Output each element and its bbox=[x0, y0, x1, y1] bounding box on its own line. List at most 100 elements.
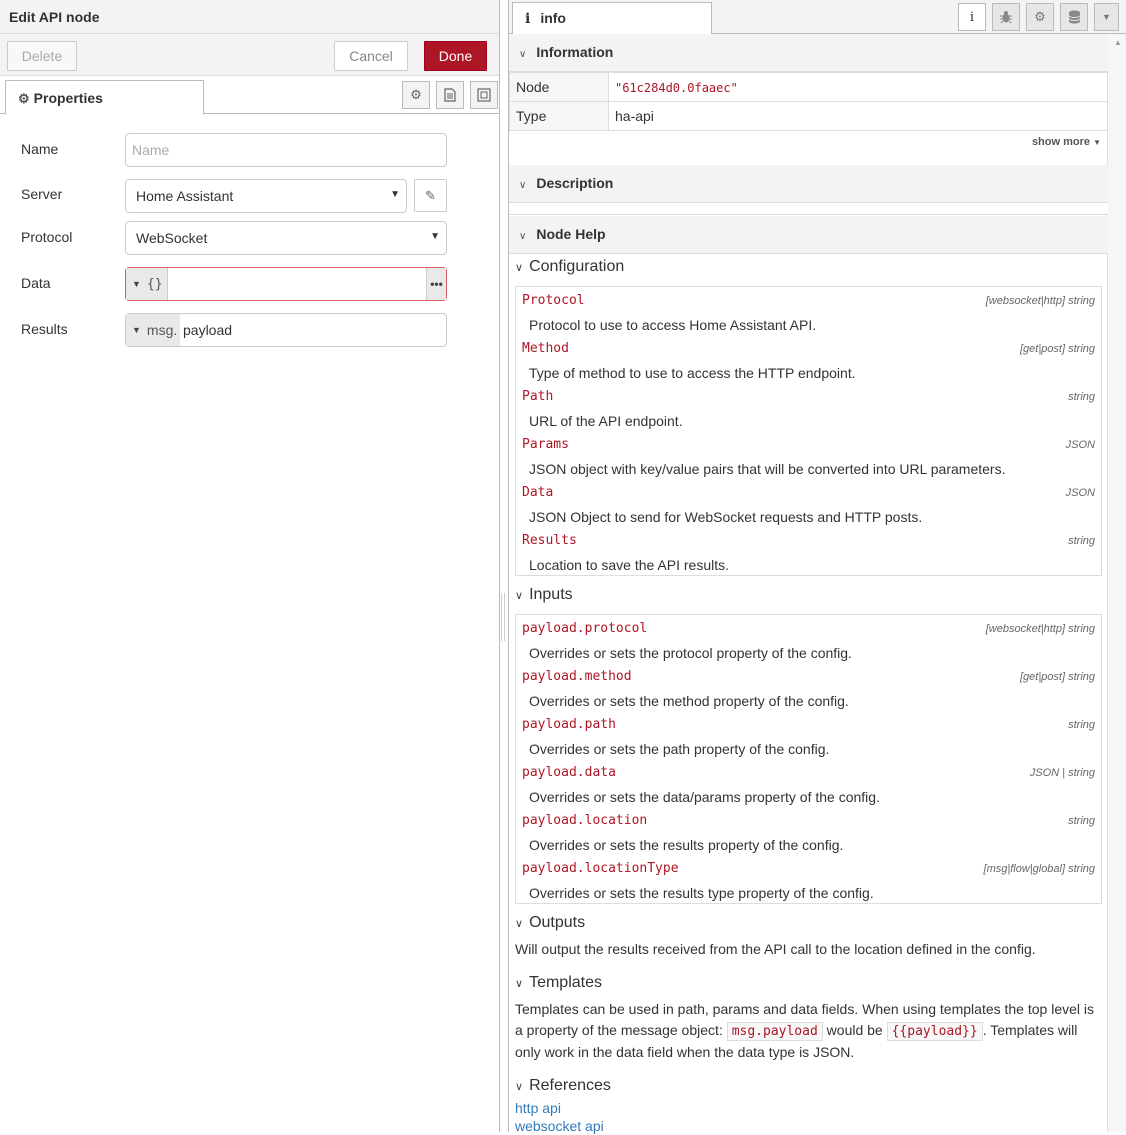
property-item: payload.data JSON | string Overrides or se… bbox=[522, 759, 1095, 807]
server-select-value: Home Assistant bbox=[136, 188, 234, 204]
code-payload-template: {{payload}} bbox=[886, 1022, 983, 1041]
data-typed-input[interactable]: ▼ {} ••• bbox=[125, 267, 447, 301]
property-desc: Overrides or sets the path property of t… bbox=[529, 741, 830, 757]
results-value: payload bbox=[183, 322, 233, 338]
configuration-title: Configuration bbox=[529, 258, 625, 275]
protocol-select[interactable]: WebSocket ▼ bbox=[125, 221, 447, 255]
property-name: payload.location bbox=[522, 813, 648, 828]
scroll-up-icon[interactable]: ▲ bbox=[1114, 38, 1122, 47]
property-item: payload.protocol [websocket|http] string O… bbox=[522, 615, 1095, 663]
expand-editor-ellipsis-icon[interactable]: ••• bbox=[426, 268, 446, 300]
property-item: Protocol [websocket|http] string Protocol … bbox=[522, 287, 1095, 335]
name-placeholder: Name bbox=[132, 142, 170, 158]
chevron-down-icon: ∨ bbox=[515, 918, 524, 930]
http-api-link[interactable]: http api bbox=[515, 1099, 1102, 1117]
edit-server-pencil-icon[interactable]: ✎ bbox=[414, 179, 447, 212]
table-row: Type ha-api bbox=[509, 101, 1108, 131]
property-item: Data JSON JSON Object to send for WebSocke… bbox=[522, 479, 1095, 527]
property-name: Method bbox=[522, 341, 569, 356]
templates-text-2: would be bbox=[826, 1022, 883, 1038]
server-select[interactable]: Home Assistant ▼ bbox=[125, 179, 407, 213]
description-heading: Description bbox=[536, 175, 614, 191]
information-section-header[interactable]: ∨ Information bbox=[509, 34, 1108, 72]
show-more-link[interactable]: show more ▼ bbox=[1032, 136, 1101, 148]
property-name: Path bbox=[522, 389, 554, 404]
templates-title: Templates bbox=[529, 974, 602, 991]
results-label: Results bbox=[21, 321, 68, 337]
property-type: [get|post] string bbox=[1019, 671, 1095, 683]
chevron-down-icon: ∨ bbox=[519, 180, 527, 191]
property-name: Protocol bbox=[522, 293, 585, 308]
tab-properties-label: Properties bbox=[33, 90, 103, 106]
results-type-selector[interactable]: ▼ msg. bbox=[126, 314, 180, 346]
property-name: payload.protocol bbox=[522, 621, 648, 636]
node-help-section-header[interactable]: ∨ Node Help bbox=[509, 216, 1108, 254]
node-settings-gear-icon[interactable]: ⚙ bbox=[402, 81, 430, 109]
references-heading[interactable]: ∨ References bbox=[515, 1073, 1102, 1099]
data-label: Data bbox=[21, 275, 51, 291]
property-desc: Overrides or sets the results type prope… bbox=[529, 885, 874, 901]
websocket-api-link[interactable]: websocket api bbox=[515, 1117, 1102, 1135]
table-row: Node "61c284d0.0faaec" bbox=[509, 72, 1108, 102]
property-name: payload.data bbox=[522, 765, 616, 780]
property-item: Params JSON JSON object with key/value pai… bbox=[522, 431, 1095, 479]
show-more-label: show more bbox=[1031, 136, 1091, 148]
node-help-body: ∨ Configuration Protocol [websocket|http] … bbox=[515, 254, 1102, 1135]
property-desc: Type of method to use to access the HTTP… bbox=[529, 365, 856, 381]
chevron-down-icon: ∨ bbox=[519, 231, 527, 242]
sidebar-scrollbar[interactable]: ▲ bbox=[1107, 34, 1126, 1132]
templates-heading[interactable]: ∨ Templates bbox=[515, 970, 1102, 996]
inputs-properties: payload.protocol [websocket|http] string O… bbox=[515, 614, 1102, 904]
property-desc: Protocol to use to access Home Assistant… bbox=[529, 317, 817, 333]
panel-resize-handle[interactable] bbox=[501, 593, 505, 641]
config-gear-icon[interactable]: ⚙ bbox=[1026, 3, 1054, 31]
property-type: string bbox=[1068, 391, 1095, 403]
chevron-down-icon: ∨ bbox=[515, 590, 524, 602]
delete-button[interactable]: Delete bbox=[7, 41, 77, 71]
sidebar-menu-chevron-down-icon[interactable]: ▼ bbox=[1094, 3, 1119, 31]
property-desc: Overrides or sets the method property of… bbox=[529, 693, 849, 709]
sidebar-tabbar: i info i ⚙ ▼ bbox=[509, 0, 1126, 35]
information-heading: Information bbox=[536, 44, 614, 60]
info-tab-button-info-icon[interactable]: i bbox=[958, 3, 986, 31]
protocol-label: Protocol bbox=[21, 229, 73, 245]
chevron-down-icon: ∨ bbox=[515, 978, 524, 990]
references-title: References bbox=[529, 1077, 611, 1094]
property-item: payload.locationType [msg|flow|global] st… bbox=[522, 855, 1095, 903]
results-type-label: msg. bbox=[146, 322, 178, 338]
node-id-value[interactable]: "61c284d0.0faaec" bbox=[608, 72, 1108, 102]
info-icon: i bbox=[525, 11, 531, 27]
node-appearance-frame-icon[interactable] bbox=[470, 81, 498, 109]
configuration-heading[interactable]: ∨ Configuration bbox=[515, 254, 1102, 280]
description-section-header[interactable]: ∨ Description bbox=[509, 165, 1108, 203]
debug-bug-icon[interactable] bbox=[992, 3, 1020, 31]
inputs-title: Inputs bbox=[529, 586, 573, 603]
property-type: string bbox=[1068, 535, 1095, 547]
caret-down-icon: ▼ bbox=[132, 325, 141, 335]
tray-toolbar: Delete Cancel Done bbox=[0, 34, 499, 76]
property-desc: Overrides or sets the protocol property … bbox=[529, 645, 852, 661]
outputs-heading[interactable]: ∨ Outputs bbox=[515, 910, 1102, 936]
property-desc: URL of the API endpoint. bbox=[529, 413, 683, 429]
property-item: payload.location string Overrides or sets … bbox=[522, 807, 1095, 855]
property-type: JSON bbox=[1065, 439, 1095, 451]
property-desc: Overrides or sets the data/params proper… bbox=[529, 789, 880, 805]
results-typed-input[interactable]: ▼ msg. payload bbox=[125, 313, 447, 347]
name-label: Name bbox=[21, 141, 59, 157]
cancel-button[interactable]: Cancel bbox=[334, 41, 408, 71]
inputs-heading[interactable]: ∨ Inputs bbox=[515, 582, 1102, 608]
data-type-selector[interactable]: ▼ {} bbox=[126, 268, 168, 300]
name-input[interactable]: Name bbox=[125, 133, 447, 167]
tray-title: Edit API node bbox=[0, 0, 499, 34]
context-database-icon[interactable] bbox=[1060, 3, 1088, 31]
property-type: [websocket|http] string bbox=[985, 623, 1095, 635]
info-sidebar: i info i ⚙ ▼ ▲ ∨ Information Node "61c284d… bbox=[508, 0, 1126, 1135]
done-button[interactable]: Done bbox=[424, 41, 487, 71]
property-desc: JSON Object to send for WebSocket reques… bbox=[529, 509, 923, 525]
tab-properties[interactable]: ⚙ Properties bbox=[5, 80, 204, 115]
chevron-down-icon: ▼ bbox=[390, 189, 400, 200]
caret-down-icon: ▼ bbox=[1093, 138, 1101, 147]
node-description-document-icon[interactable] bbox=[436, 81, 464, 109]
property-type: string bbox=[1068, 815, 1095, 827]
tab-info[interactable]: i info bbox=[512, 2, 712, 35]
